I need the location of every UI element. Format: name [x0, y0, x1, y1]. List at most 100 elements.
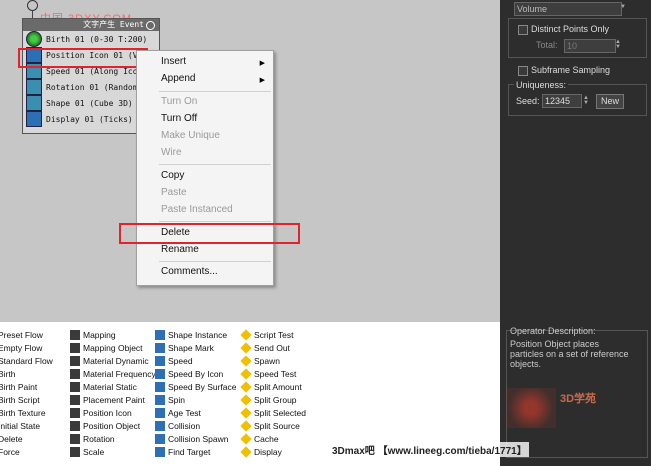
- menu-label: Paste: [161, 187, 187, 198]
- depot-item[interactable]: Mapping: [70, 328, 156, 341]
- menu-item-paste[interactable]: Paste: [161, 186, 187, 200]
- depot-item[interactable]: Cache: [240, 432, 306, 445]
- depot-item[interactable]: Split Group: [240, 393, 306, 406]
- depot-item[interactable]: Delete: [0, 432, 53, 445]
- depot-item-label: Split Source: [254, 420, 300, 431]
- depot-item[interactable]: Position Icon: [70, 406, 156, 419]
- operator-icon: [155, 394, 165, 405]
- seed-label: Seed:: [516, 96, 540, 106]
- operator-icon: [70, 355, 80, 366]
- depot-item[interactable]: Speed Test: [240, 367, 306, 380]
- depot-item[interactable]: Split Amount: [240, 380, 306, 393]
- operator-icon: [155, 381, 165, 392]
- depot-item[interactable]: Rotation: [70, 432, 156, 445]
- new-seed-button[interactable]: New: [596, 94, 624, 109]
- spinner-arrows-icon[interactable]: ▲ ▼: [583, 95, 589, 106]
- depot-item-label: Preset Flow: [0, 329, 43, 340]
- depot-item-label: Material Dynamic: [83, 355, 149, 366]
- menu-item-rename[interactable]: Rename: [161, 243, 199, 257]
- menu-separator: [159, 91, 271, 92]
- menu-item-comments[interactable]: Comments...: [161, 265, 218, 279]
- total-spinner[interactable]: 10: [564, 39, 616, 53]
- menu-item-copy[interactable]: Copy: [161, 169, 184, 183]
- display-icon: [26, 111, 42, 127]
- chevron-down-icon[interactable]: ▼: [620, 4, 626, 10]
- depot-item[interactable]: Scale: [70, 445, 156, 458]
- depot-item-label: Collision: [168, 420, 201, 431]
- depot-item[interactable]: Speed By Icon: [155, 367, 237, 380]
- menu-item-turn-on[interactable]: Turn On: [161, 95, 197, 109]
- subframe-sampling-checkbox[interactable]: [518, 66, 528, 76]
- total-label: Total:: [536, 40, 558, 50]
- rotation-icon: [26, 79, 42, 95]
- operator-icon: [155, 446, 165, 457]
- depot-item[interactable]: Send Out: [240, 341, 306, 354]
- uniqueness-label: Uniqueness:: [514, 80, 569, 90]
- depot-item-label: Cache: [254, 433, 279, 444]
- depot-item[interactable]: Speed: [155, 354, 237, 367]
- menu-item-wire[interactable]: Wire: [161, 146, 182, 160]
- depot-item-label: Speed: [168, 355, 193, 366]
- depot-item-label: Standard Flow: [0, 355, 53, 366]
- depot-item[interactable]: Speed By Surface: [155, 380, 237, 393]
- depot-item-label: Collision Spawn: [168, 433, 229, 444]
- depot-item[interactable]: Empty Flow: [0, 341, 53, 354]
- depot-item[interactable]: Find Target: [155, 445, 237, 458]
- depot-item[interactable]: Age Test: [155, 406, 237, 419]
- operator-birth[interactable]: Birth 01 (0-30 T:200): [23, 31, 159, 47]
- distinct-points-label: Distinct Points Only: [531, 24, 610, 34]
- operator-icon: [70, 381, 80, 392]
- subframe-sampling-label: Subframe Sampling: [531, 65, 611, 75]
- depot-item-label: Send Out: [254, 342, 290, 353]
- menu-item-make-unique[interactable]: Make Unique: [161, 129, 220, 143]
- depot-item[interactable]: Birth Texture: [0, 406, 53, 419]
- depot-item[interactable]: Mapping Object: [70, 341, 156, 354]
- operator-icon: [70, 329, 80, 340]
- depot-item[interactable]: Split Selected: [240, 406, 306, 419]
- menu-item-insert[interactable]: Insert: [161, 55, 186, 69]
- type-dropdown[interactable]: Volume: [514, 2, 622, 16]
- seed-spinner[interactable]: 12345: [542, 94, 582, 108]
- depot-item[interactable]: Material Static: [70, 380, 156, 393]
- depot-item[interactable]: Position Object: [70, 419, 156, 432]
- depot-item[interactable]: Preset Flow: [0, 328, 53, 341]
- particle-view-canvas[interactable]: 中国.3DXY.COM 文字产生 Event Birth 01 (0-30 T:…: [0, 0, 500, 322]
- spinner-arrows-icon[interactable]: ▲ ▼: [615, 39, 621, 50]
- depot-item-label: Force: [0, 446, 20, 457]
- depot-item[interactable]: Standard Flow: [0, 354, 53, 367]
- menu-item-turn-off[interactable]: Turn Off: [161, 112, 197, 126]
- highlight-box-delete: [119, 223, 300, 244]
- depot-item[interactable]: Birth: [0, 367, 53, 380]
- depot-item[interactable]: Spin: [155, 393, 237, 406]
- event-header[interactable]: 文字产生 Event: [23, 19, 159, 31]
- depot-item[interactable]: Initial State: [0, 419, 53, 432]
- depot-column: Mapping Mapping Object Material Dynamic Mat…: [70, 328, 156, 458]
- menu-item-paste-instanced[interactable]: Paste Instanced: [161, 203, 233, 217]
- depot-item[interactable]: Collision Spawn: [155, 432, 237, 445]
- operator-icon: [155, 342, 165, 353]
- depot-item[interactable]: Script Test: [240, 328, 306, 341]
- depot-item[interactable]: Material Dynamic: [70, 354, 156, 367]
- depot-item[interactable]: Spawn: [240, 354, 306, 367]
- depot-item[interactable]: Birth Script: [0, 393, 53, 406]
- depot-item-label: Birth Paint: [0, 381, 38, 392]
- depot-item-label: Mapping Object: [83, 342, 143, 353]
- depot-item[interactable]: Force: [0, 445, 53, 458]
- operator-icon: [155, 433, 165, 444]
- depot-item-label: Split Selected: [254, 407, 306, 418]
- depot-item[interactable]: Shape Mark: [155, 341, 237, 354]
- operator-icon: [240, 354, 252, 367]
- wire-input-knob[interactable]: [27, 0, 38, 11]
- distinct-points-checkbox[interactable]: [518, 25, 528, 35]
- depot-item[interactable]: Material Frequency: [70, 367, 156, 380]
- depot-column: Preset Flow Empty Flow Standard Flow Birth B…: [0, 328, 53, 458]
- menu-item-append[interactable]: Append: [161, 72, 195, 86]
- depot-item[interactable]: Shape Instance: [155, 328, 237, 341]
- depot-item[interactable]: Collision: [155, 419, 237, 432]
- depot-item[interactable]: Display: [240, 445, 306, 458]
- depot-item-label: Script Test: [254, 329, 294, 340]
- depot-item[interactable]: Split Source: [240, 419, 306, 432]
- depot-item[interactable]: Placement Paint: [70, 393, 156, 406]
- event-output-icon[interactable]: [146, 21, 155, 30]
- depot-item[interactable]: Birth Paint: [0, 380, 53, 393]
